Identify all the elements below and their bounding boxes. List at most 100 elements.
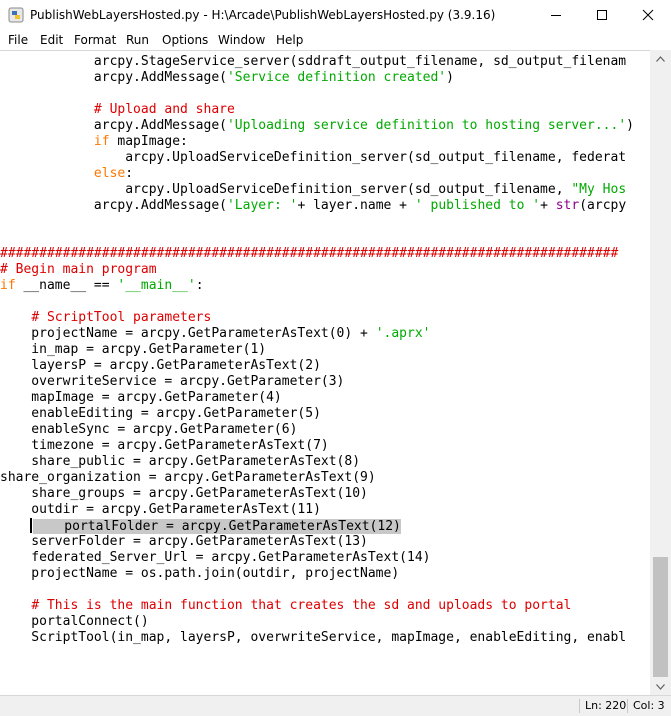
code-token: portalFolder = arcpy.GetParameterAsText(…: [33, 519, 401, 534]
chevron-down-icon: [656, 683, 665, 690]
code-token: ########################################…: [0, 246, 619, 261]
code-token: share_public = arcpy.GetParameterAsText(…: [0, 454, 361, 469]
code-line: enableEditing = arcpy.GetParameter(5): [0, 406, 634, 422]
scroll-down-button[interactable]: [650, 678, 671, 695]
code-token: "My Hos: [571, 182, 627, 197]
status-line-number: Ln: 220: [585, 699, 627, 712]
maximize-icon: [597, 10, 607, 20]
code-token: 'Service definition created': [226, 70, 447, 85]
code-token: str: [555, 198, 580, 213]
status-bar: Ln: 220 Col: 3: [0, 695, 671, 716]
code-token: ): [446, 70, 454, 85]
code-token: federated_Server_Url = arcpy.GetParamete…: [0, 550, 431, 565]
vertical-scrollbar[interactable]: [650, 50, 671, 695]
code-lines[interactable]: arcpy.StageService_server(sddraft_output…: [0, 54, 634, 646]
code-line: ScriptTool(in_map, layersP, overwriteSer…: [0, 630, 634, 646]
code-token: outdir = arcpy.GetParameterAsText(11): [0, 502, 321, 517]
code-line: # This is the main function that creates…: [0, 598, 634, 614]
code-token: arcpy.AddMessage(: [0, 118, 227, 133]
code-token: '.aprx': [375, 326, 431, 341]
code-line: share_organization = arcpy.GetParameterA…: [0, 470, 634, 486]
code-token: in_map = arcpy.GetParameter(1): [0, 342, 267, 357]
code-token: arcpy.AddMessage(: [0, 70, 227, 85]
menu-options[interactable]: Options: [162, 30, 208, 50]
code-line: arcpy.UploadServiceDefinition_server(sd_…: [0, 150, 634, 166]
status-separator: [627, 699, 628, 713]
menu-run[interactable]: Run: [126, 30, 149, 50]
status-separator: [579, 699, 580, 713]
code-token: :: [125, 166, 134, 181]
code-line: enableSync = arcpy.GetParameter(6): [0, 422, 634, 438]
code-token: overwriteService = arcpy.GetParameter(3): [0, 374, 345, 389]
code-token: ScriptTool(in_map, layersP, overwriteSer…: [0, 630, 627, 645]
code-token: ): [626, 118, 634, 133]
code-token: arcpy.StageService_server(sddraft_output…: [0, 54, 627, 69]
code-line: arcpy.AddMessage('Layer: '+ layer.name +…: [0, 198, 634, 214]
code-line: ########################################…: [0, 246, 634, 262]
code-token: share_organization = arcpy.GetParameterA…: [0, 470, 376, 485]
code-line: if __name__ == '__main__':: [0, 278, 634, 294]
selected-text: portalFolder = arcpy.GetParameterAsText(…: [33, 519, 401, 534]
code-token: layersP = arcpy.GetParameterAsText(2): [0, 358, 321, 373]
title-bar[interactable]: PublishWebLayersHosted.py - H:\Arcade\Pu…: [0, 0, 671, 30]
code-token: # Upload and share: [93, 102, 235, 117]
code-token: arcpy.UploadServiceDefinition_server(sd_…: [0, 150, 627, 165]
code-token: arcpy.AddMessage(: [0, 198, 227, 213]
code-token: + layer.name +: [297, 198, 415, 213]
code-token: mapImage:: [109, 134, 188, 149]
code-line: arcpy.UploadServiceDefinition_server(sd_…: [0, 182, 634, 198]
menu-help[interactable]: Help: [276, 30, 303, 50]
code-line: federated_Server_Url = arcpy.GetParamete…: [0, 550, 634, 566]
menu-edit[interactable]: Edit: [40, 30, 63, 50]
minimize-icon: [551, 15, 561, 16]
code-editor[interactable]: arcpy.StageService_server(sddraft_output…: [0, 50, 650, 695]
code-token: 'Uploading service definition to hosting…: [226, 118, 627, 133]
code-token: portalConnect(): [0, 614, 149, 629]
code-token: '__main__': [117, 278, 196, 293]
code-token: if: [0, 278, 16, 293]
code-token: :: [195, 278, 204, 293]
status-column-number: Col: 3: [633, 699, 665, 712]
code-line: share_groups = arcpy.GetParameterAsText(…: [0, 486, 634, 502]
code-token: share_groups = arcpy.GetParameterAsText(…: [0, 486, 368, 501]
code-token: projectName = arcpy.GetParameterAsText(0…: [0, 326, 376, 341]
python-idle-icon: [8, 7, 24, 23]
code-token: if: [93, 134, 110, 149]
close-button[interactable]: [625, 0, 671, 30]
maximize-button[interactable]: [579, 0, 625, 30]
code-token: timezone = arcpy.GetParameterAsText(7): [0, 438, 329, 453]
menu-format[interactable]: Format: [74, 30, 116, 50]
scroll-up-button[interactable]: [650, 50, 671, 67]
code-line: # Begin main program: [0, 262, 634, 278]
minimize-button[interactable]: [533, 0, 579, 30]
code-token: enableSync = arcpy.GetParameter(6): [0, 422, 298, 437]
code-token: (arcpy: [579, 198, 627, 213]
code-token: ' published to ': [414, 198, 541, 213]
code-line: arcpy.AddMessage('Service definition cre…: [0, 70, 634, 86]
code-line: else:: [0, 166, 634, 182]
code-line: timezone = arcpy.GetParameterAsText(7): [0, 438, 634, 454]
code-line: # Upload and share: [0, 102, 634, 118]
code-line: portalConnect(): [0, 614, 634, 630]
text-cursor: [30, 518, 32, 533]
menu-file[interactable]: File: [8, 30, 28, 50]
code-token: +: [540, 198, 556, 213]
code-line: serverFolder = arcpy.GetParameterAsText(…: [0, 534, 634, 550]
code-line: mapImage = arcpy.GetParameter(4): [0, 390, 634, 406]
code-token: serverFolder = arcpy.GetParameterAsText(…: [0, 534, 368, 549]
scroll-thumb[interactable]: [653, 557, 668, 677]
window-title: PublishWebLayersHosted.py - H:\Arcade\Pu…: [30, 8, 496, 22]
code-line: portalFolder = arcpy.GetParameterAsText(…: [0, 518, 634, 534]
code-token: enableEditing = arcpy.GetParameter(5): [0, 406, 321, 421]
menu-window[interactable]: Window: [218, 30, 265, 50]
code-token: arcpy.UploadServiceDefinition_server(sd_…: [0, 182, 572, 197]
